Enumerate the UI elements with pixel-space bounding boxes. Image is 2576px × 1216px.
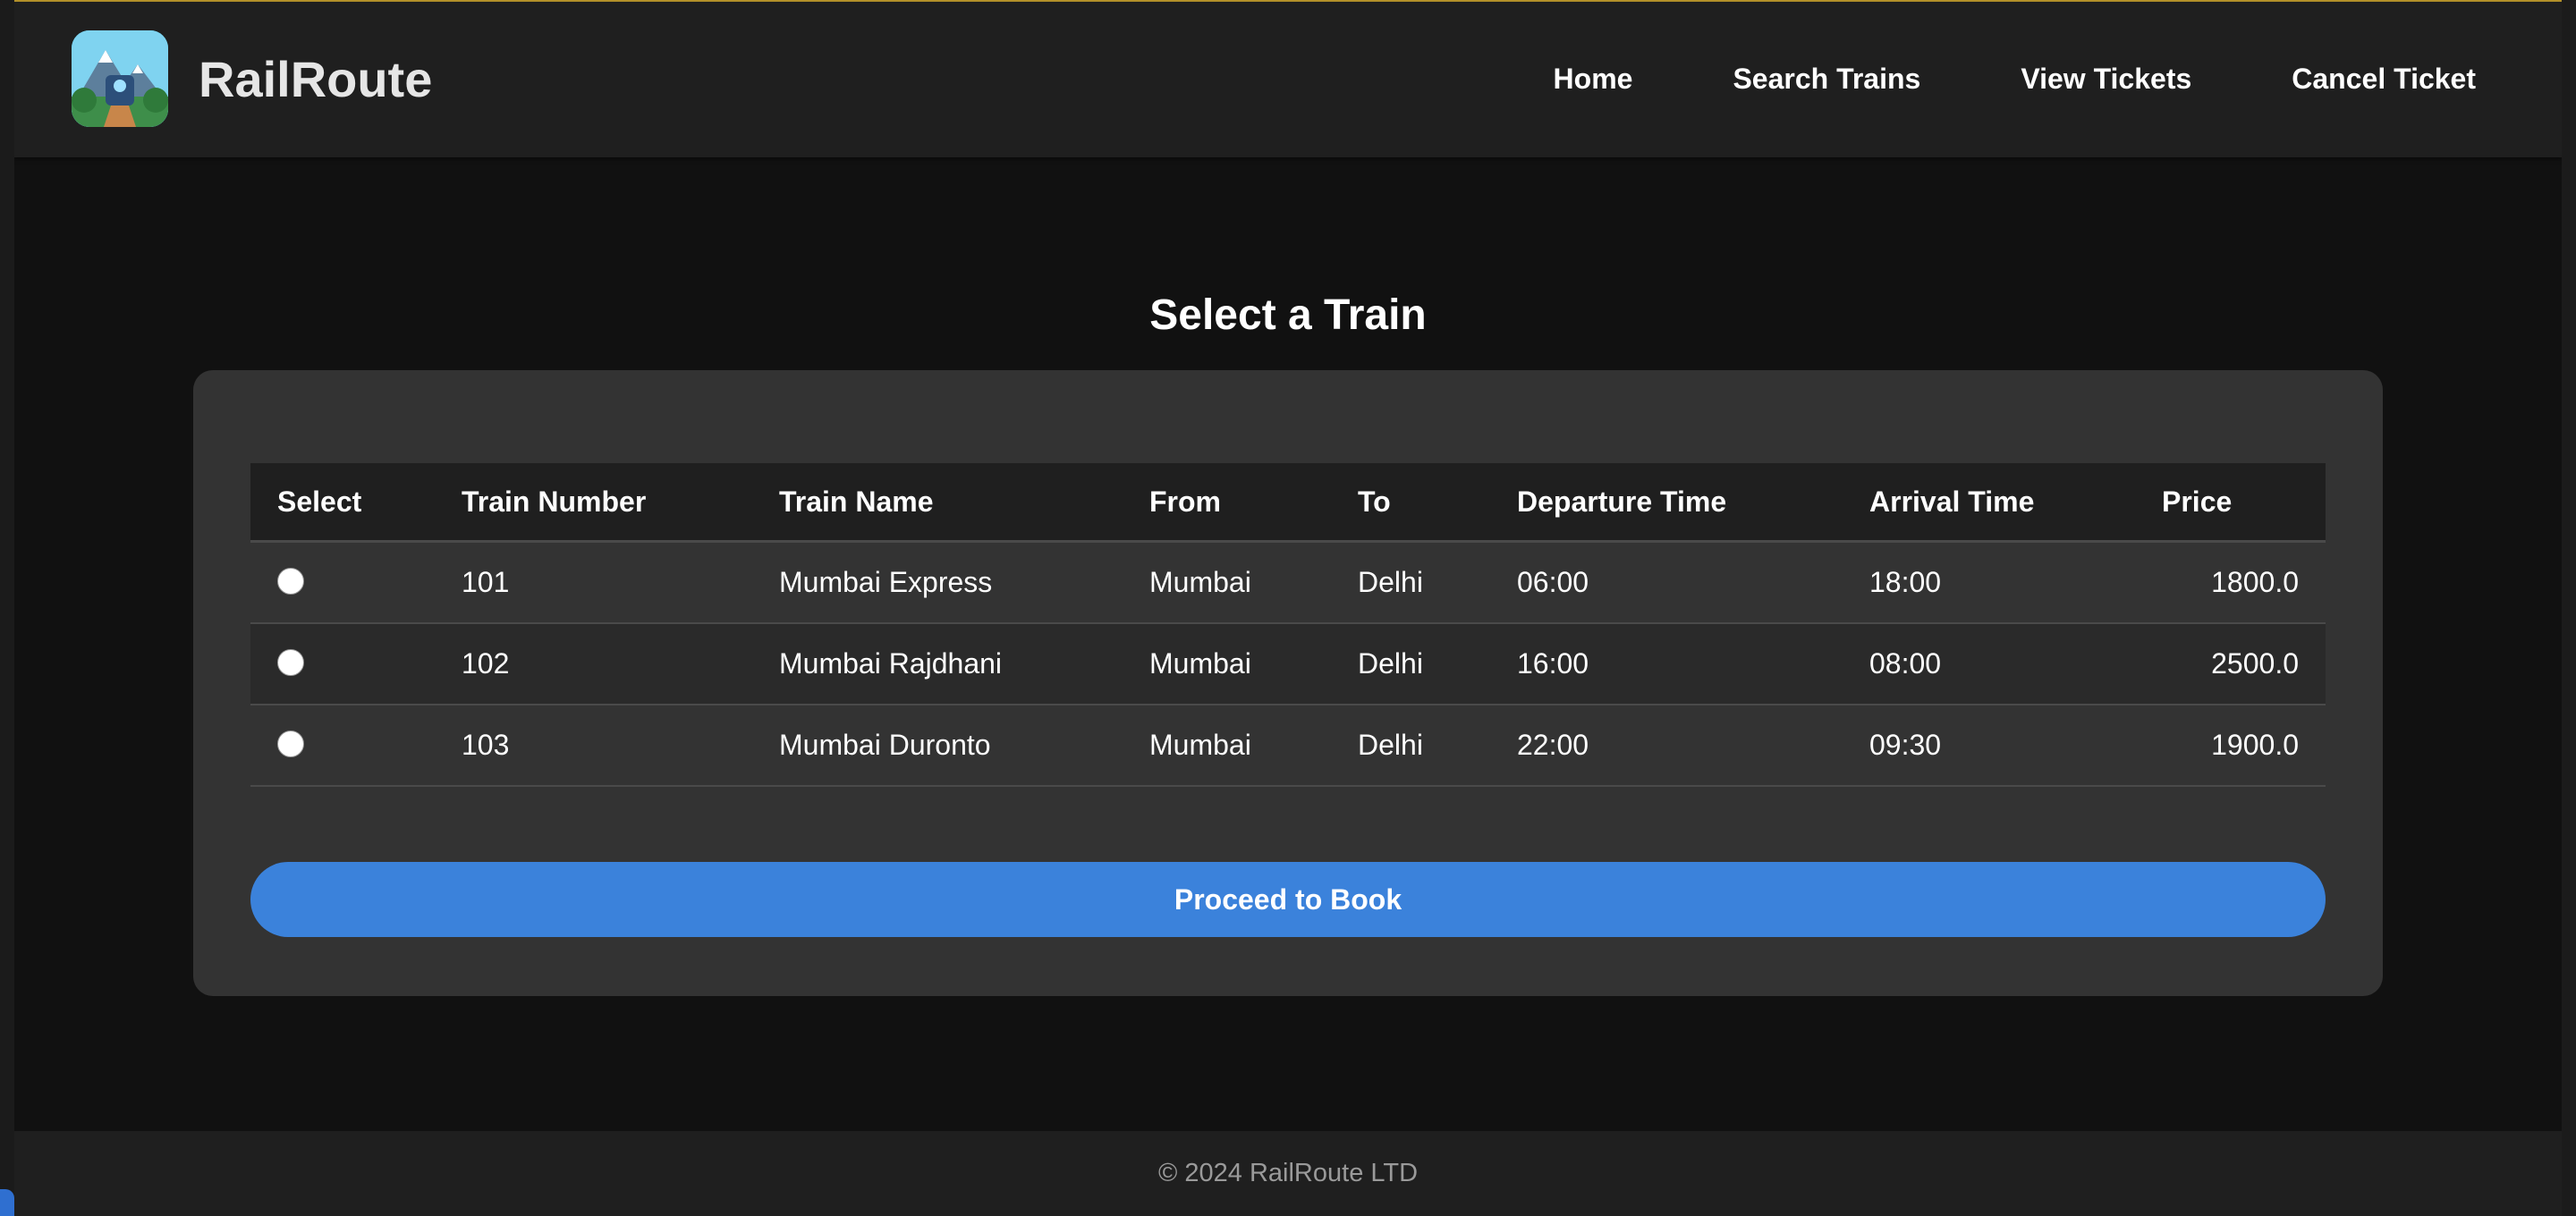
train-name-cell: Mumbai Express <box>752 541 1123 624</box>
select-cell <box>250 623 435 705</box>
train-name-cell: Mumbai Rajdhani <box>752 623 1123 705</box>
site-header: RailRoute Home Search Trains View Ticket… <box>14 2 2562 157</box>
train-logo-icon[interactable] <box>72 30 168 127</box>
nav-cancel-ticket-link[interactable]: Cancel Ticket <box>2292 61 2476 97</box>
from-cell: Mumbai <box>1123 623 1331 705</box>
header-from: From <box>1123 463 1331 543</box>
proceed-to-book-button[interactable]: Proceed to Book <box>250 862 2326 937</box>
nav-home-link[interactable]: Home <box>1554 61 1633 97</box>
train-selection-card: Select Train Number Train Name From To D… <box>193 370 2383 996</box>
departure-cell: 16:00 <box>1490 623 1843 705</box>
select-train-radio[interactable] <box>277 730 304 757</box>
from-cell: Mumbai <box>1123 705 1331 787</box>
departure-cell: 22:00 <box>1490 705 1843 787</box>
app-window: RailRoute Home Search Trains View Ticket… <box>14 0 2562 1216</box>
departure-cell: 06:00 <box>1490 541 1843 624</box>
header-price: Price <box>2135 463 2326 543</box>
to-cell: Delhi <box>1331 623 1490 705</box>
select-cell <box>250 705 435 787</box>
header-departure-time: Departure Time <box>1490 463 1843 543</box>
nav-view-tickets-link[interactable]: View Tickets <box>2021 61 2191 97</box>
to-cell: Delhi <box>1331 705 1490 787</box>
main-nav: Home Search Trains View Tickets Cancel T… <box>1453 61 2476 97</box>
from-cell: Mumbai <box>1123 541 1331 624</box>
page-title: Select a Train <box>1149 291 1427 339</box>
select-cell <box>250 541 435 624</box>
price-cell: 2500.0 <box>2135 623 2326 705</box>
price-cell: 1800.0 <box>2135 541 2326 624</box>
site-footer: © 2024 RailRoute LTD <box>14 1131 2562 1216</box>
select-train-radio[interactable] <box>277 648 304 676</box>
trains-table: Select Train Number Train Name From To D… <box>250 463 2326 787</box>
table-row[interactable]: 102 Mumbai Rajdhani Mumbai Delhi 16:00 0… <box>250 623 2326 705</box>
header-select: Select <box>250 463 435 543</box>
header-train-name: Train Name <box>752 463 1123 543</box>
copyright-text: © 2024 RailRoute LTD <box>1157 1159 1419 1187</box>
table-row[interactable]: 101 Mumbai Express Mumbai Delhi 06:00 18… <box>250 541 2326 624</box>
arrival-cell: 09:30 <box>1843 705 2135 787</box>
arrival-cell: 18:00 <box>1843 541 2135 624</box>
header-to: To <box>1331 463 1490 543</box>
train-name-cell: Mumbai Duronto <box>752 705 1123 787</box>
to-cell: Delhi <box>1331 541 1490 624</box>
nav-search-trains-link[interactable]: Search Trains <box>1733 61 1920 97</box>
table-row[interactable]: 103 Mumbai Duronto Mumbai Delhi 22:00 09… <box>250 705 2326 787</box>
header-train-number: Train Number <box>435 463 752 543</box>
arrival-cell: 08:00 <box>1843 623 2135 705</box>
table-header-row: Select Train Number Train Name From To D… <box>250 463 2326 543</box>
brand-name[interactable]: RailRoute <box>199 48 432 111</box>
train-number-cell: 103 <box>435 705 752 787</box>
price-cell: 1900.0 <box>2135 705 2326 787</box>
header-arrival-time: Arrival Time <box>1843 463 2135 543</box>
train-number-cell: 101 <box>435 541 752 624</box>
window-corner-decoration <box>0 1189 14 1216</box>
select-train-radio[interactable] <box>277 567 304 595</box>
train-number-cell: 102 <box>435 623 752 705</box>
